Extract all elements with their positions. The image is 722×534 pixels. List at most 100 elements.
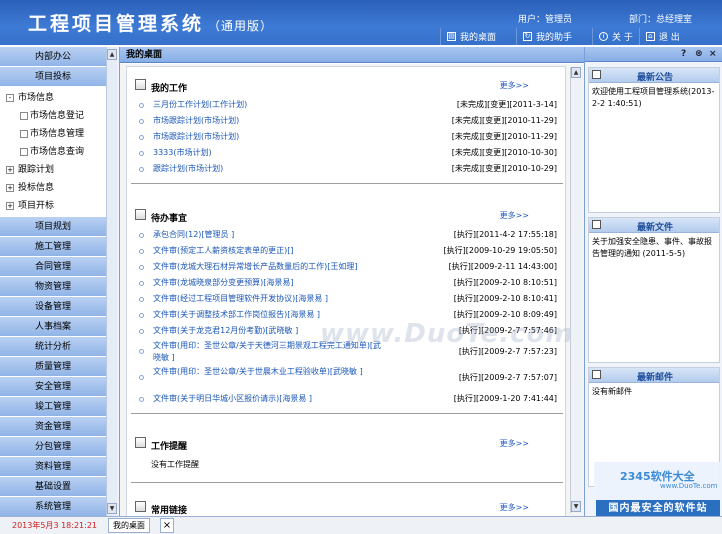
tree-node-tracking[interactable]: + 跟踪计划 (0, 161, 106, 179)
sidebar-item-safety[interactable]: 安全管理 (0, 377, 106, 397)
change-link[interactable]: [变更] (487, 100, 509, 109)
list-item[interactable]: 承包合同(12)[管理员 ] [执行][2011-4-2 17:55:18] (127, 227, 567, 243)
tab-close-icon[interactable]: × (160, 518, 174, 533)
item-meta: [未完成][变更][2010-10-29] (452, 161, 557, 177)
sidebar-item-personnel[interactable]: 人事档案 (0, 317, 106, 337)
item-status: [执行] (453, 278, 476, 287)
sidebar-item-office[interactable]: 内部办公 (0, 47, 106, 67)
collapse-icon[interactable]: - (6, 94, 14, 102)
tree-leaf-market-query[interactable]: 市场信息查询 (0, 143, 106, 161)
list-item[interactable]: 文件审(预定工人薪资核定表单的更正)[] [执行][2009-10-29 19:0… (127, 243, 567, 259)
list-item[interactable]: 市场跟踪计划(市场计划) [未完成][变更][2010-11-29] (127, 113, 567, 129)
nav-assistant-button[interactable]: ↻ 我的助手 (516, 28, 578, 45)
list-item[interactable]: 三月份工作计划(工作计划) [未完成][变更][2011-3-14] (127, 97, 567, 113)
scroll-up-icon[interactable]: ▲ (571, 67, 581, 78)
tree-node-market-info[interactable]: - 市场信息 (0, 89, 106, 107)
list-item[interactable]: 3333(市场计划) [未完成][变更][2010-10-30] (127, 145, 567, 161)
list-item[interactable]: 文件审(用印：圣世公章/关于世晨木业工程验收单)[武晓敏 ] [执行][2009-… (127, 365, 567, 391)
item-link[interactable]: 文件审(关于调整技术部工作岗位报告)[海景易 ] (153, 307, 320, 323)
files-title: 最新文件 (636, 223, 673, 233)
item-link[interactable]: 市场跟踪计划(市场计划) (153, 129, 239, 145)
sidebar-item-subcontract[interactable]: 分包管理 (0, 437, 106, 457)
more-link[interactable]: 更多>> (500, 438, 529, 449)
desktop-title: 我的桌面 (120, 47, 584, 63)
sidebar-item-contract[interactable]: 合同管理 (0, 257, 106, 277)
close-icon[interactable]: × (709, 49, 717, 59)
tree-node-bid-opening[interactable]: + 项目开标 (0, 197, 106, 215)
scroll-down-icon[interactable]: ▼ (571, 501, 581, 512)
item-link[interactable]: 文件审(关于龙克君12月份考勤)[武晓敏 ] (153, 323, 298, 339)
tree-leaf-market-register[interactable]: 市场信息登记 (0, 107, 106, 125)
sidebar-item-statistics[interactable]: 统计分析 (0, 337, 106, 357)
options-icon[interactable]: ⊗ (695, 49, 703, 59)
list-item[interactable]: 文件审(龙城大理石材异常增长产品数量后的工作)[王如理] [执行][2009-2-… (127, 259, 567, 275)
list-item[interactable]: 文件审(关于明日华城小区报价请示)[海景易 ] [执行][2009-1-20 7:… (127, 391, 567, 407)
list-item[interactable]: 跟踪计划(市场计划) [未完成][变更][2010-10-29] (127, 161, 567, 177)
scroll-down-icon[interactable]: ▼ (107, 503, 117, 514)
top-nav: ▤ 我的桌面 ↻ 我的助手 i关 于 ⌂ 退 出 (440, 28, 722, 45)
sidebar-scrollbar[interactable]: ▲ ▼ (106, 47, 117, 516)
more-link[interactable]: 更多>> (500, 210, 529, 221)
item-link[interactable]: 市场跟踪计划(市场计划) (153, 113, 239, 129)
sidebar-item-quality[interactable]: 质量管理 (0, 357, 106, 377)
tab-desktop[interactable]: 我的桌面 (108, 518, 150, 533)
sidebar-item-equipment[interactable]: 设备管理 (0, 297, 106, 317)
section-title: 我的工作 (151, 84, 188, 94)
sidebar-item-bidding[interactable]: 项目投标 (0, 67, 106, 87)
item-link[interactable]: 文件审(用印：圣世公章/关于世晨木业工程验收单)[武晓敏 ] (153, 366, 383, 378)
change-link[interactable]: [变更] (482, 148, 504, 157)
list-item[interactable]: 文件审(龙城晓泉部分变更预算)[海景易] [执行][2009-2-10 8:10:… (127, 275, 567, 291)
page-icon (20, 112, 28, 120)
tree-node-bid-info[interactable]: + 投标信息 (0, 179, 106, 197)
item-status: [执行] (453, 294, 476, 303)
nav-desktop-button[interactable]: ▤ 我的桌面 (440, 28, 502, 45)
sidebar-item-planning[interactable]: 项目规划 (0, 217, 106, 237)
item-status: [未完成] (451, 132, 483, 141)
item-link[interactable]: 三月份工作计划(工作计划) (153, 97, 247, 113)
item-date: [2011-4-2 17:55:18] (475, 230, 557, 239)
item-link[interactable]: 承包合同(12)[管理员 ] (153, 227, 234, 243)
nav-about-button[interactable]: i关 于 (592, 28, 639, 45)
list-item[interactable]: 市场跟踪计划(市场计划) [未完成][变更][2010-11-29] (127, 129, 567, 145)
item-link[interactable]: 文件审(经过工程项目管理软件开发协议)[海景易 ] (153, 291, 328, 307)
item-link[interactable]: 文件审(预定工人薪资核定表单的更正)[] (153, 243, 293, 259)
reminder-icon (135, 437, 146, 448)
change-link[interactable]: [变更] (482, 164, 504, 173)
desktop-scrollbar[interactable]: ▲ ▼ (570, 67, 581, 513)
item-status: [未完成] (451, 164, 483, 173)
file-text[interactable]: 关于加强安全隐患、事件、事故报告管理的通知 (2011-5-5) (589, 233, 719, 263)
list-item[interactable]: 文件审(经过工程项目管理软件开发协议)[海景易 ] [执行][2009-2-10 … (127, 291, 567, 307)
nav-logout-button[interactable]: ⌂ 退 出 (638, 28, 686, 45)
notice-text[interactable]: 欢迎使用工程项目管理系统(2013-2-2 1:40:51) (589, 83, 719, 113)
item-meta: [未完成][变更][2010-11-29] (452, 113, 557, 129)
sidebar-item-settings[interactable]: 基础设置 (0, 477, 106, 497)
scroll-up-icon[interactable]: ▲ (107, 49, 117, 60)
expand-icon[interactable]: + (6, 202, 14, 210)
item-link[interactable]: 文件审(关于明日华城小区报价请示)[海景易 ] (153, 391, 312, 407)
change-link[interactable]: [变更] (482, 132, 504, 141)
desktop-icon: ▤ (447, 32, 456, 41)
expand-icon[interactable]: + (6, 166, 14, 174)
sidebar-item-construction[interactable]: 施工管理 (0, 237, 106, 257)
item-link[interactable]: 文件审(龙城晓泉部分变更预算)[海景易] (153, 275, 293, 291)
tree-leaf-market-manage[interactable]: 市场信息管理 (0, 125, 106, 143)
help-icon[interactable]: ? (681, 49, 686, 59)
item-link[interactable]: 文件审(龙城大理石材异常增长产品数量后的工作)[王如理] (153, 259, 357, 275)
sidebar-item-documents[interactable]: 资料管理 (0, 457, 106, 477)
expand-icon[interactable]: + (6, 184, 14, 192)
more-link[interactable]: 更多>> (500, 502, 529, 513)
logout-icon: ⌂ (645, 32, 655, 41)
more-link[interactable]: 更多>> (500, 80, 529, 91)
sidebar-item-funds[interactable]: 资金管理 (0, 417, 106, 437)
sidebar-item-materials[interactable]: 物资管理 (0, 277, 106, 297)
notice-panel: 最新公告 欢迎使用工程项目管理系统(2013-2-2 1:40:51) (588, 67, 720, 213)
links-icon (135, 501, 146, 512)
item-link[interactable]: 跟踪计划(市场计划) (153, 161, 223, 177)
sidebar-item-completion[interactable]: 竣工管理 (0, 397, 106, 417)
bullet-icon (139, 329, 144, 334)
watermark-slogan: 国内最安全的软件站 (596, 500, 720, 517)
change-link[interactable]: [变更] (482, 116, 504, 125)
sidebar-item-system[interactable]: 系统管理 (0, 497, 106, 516)
item-link[interactable]: 3333(市场计划) (153, 145, 212, 161)
status-time: 2013年5月3 18:21:21 (12, 521, 98, 530)
